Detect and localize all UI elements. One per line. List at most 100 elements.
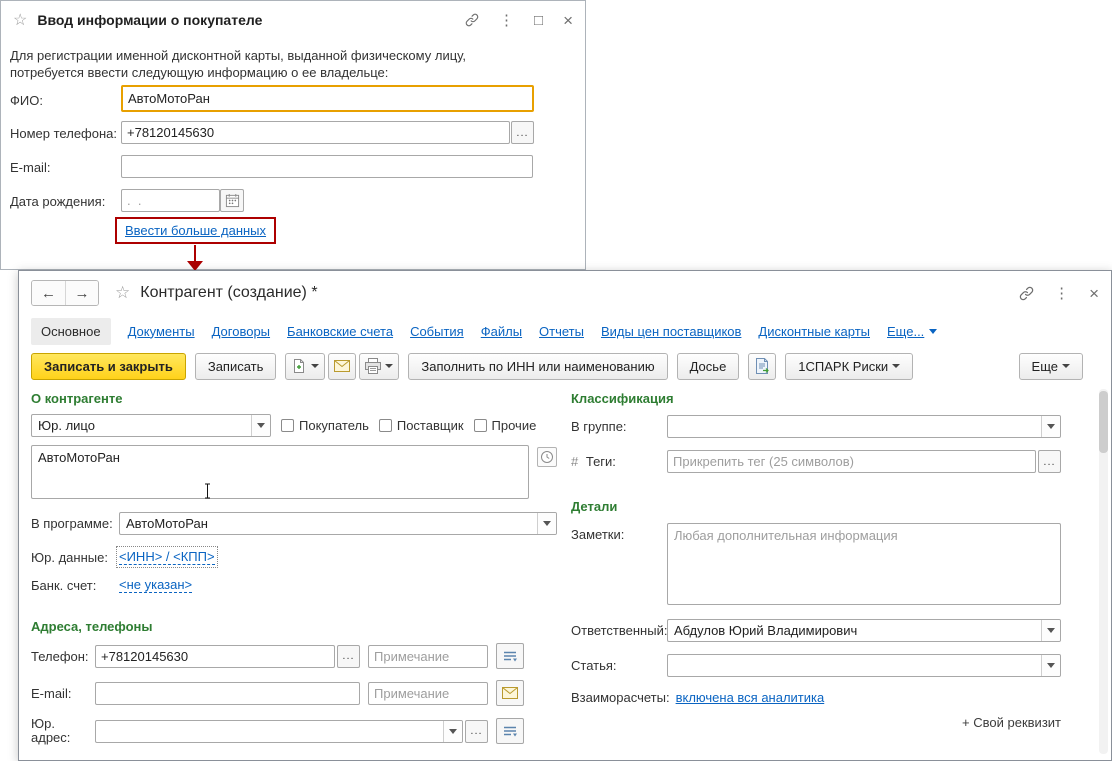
bank-account-link[interactable]: <не указан>	[119, 577, 192, 593]
dropdown-arrow-icon	[1062, 364, 1070, 368]
dropdown-arrow-icon	[543, 521, 551, 526]
tab-contracts[interactable]: Договоры	[212, 324, 270, 339]
legal-data-row: Юр. данные: <ИНН> / <КПП>	[31, 549, 557, 565]
custom-attribute-link[interactable]: + Свой реквизит	[571, 715, 1061, 730]
phone-select-button[interactable]: ...	[337, 645, 360, 668]
inn-kpp-link[interactable]: <ИНН> / <КПП>	[119, 549, 215, 565]
checkbox-other[interactable]: Прочие	[474, 418, 537, 433]
dropdown-arrow-icon	[892, 364, 900, 368]
entity-type-row: Юр. лицо Покупатель Поставщик Прочие	[31, 414, 557, 437]
phone-select-button[interactable]: ...	[511, 121, 534, 144]
tab-bank-accounts[interactable]: Банковские счета	[287, 324, 393, 339]
checkbox-supplier[interactable]: Поставщик	[379, 418, 464, 433]
notes-textarea[interactable]	[667, 523, 1061, 605]
fio-input[interactable]	[121, 85, 534, 112]
save-and-close-button[interactable]: Записать и закрыть	[31, 353, 186, 380]
checkbox-buyer[interactable]: Покупатель	[281, 418, 369, 433]
copy-link-icon[interactable]	[465, 13, 479, 27]
kebab-menu-icon[interactable]: ⋮	[1054, 286, 1069, 301]
close-icon[interactable]: ×	[1089, 285, 1099, 302]
back-button[interactable]: ←	[32, 281, 65, 305]
egrul-extract-button[interactable]	[748, 353, 776, 380]
spark-risks-button[interactable]: 1СПАРК Риски	[785, 353, 913, 380]
kebab-menu-icon[interactable]: ⋮	[499, 13, 514, 28]
annotation-highlight-box: Ввести больше данных	[115, 217, 276, 244]
dropdown-arrow-icon	[385, 364, 393, 368]
contact-lines-icon	[502, 649, 518, 663]
entity-type-combo[interactable]: Юр. лицо	[31, 414, 271, 437]
more-button[interactable]: Еще	[1019, 353, 1083, 380]
legal-address-select-button[interactable]: ...	[465, 720, 488, 743]
in-program-combo[interactable]: АвтоМотоРан	[119, 512, 557, 535]
dropdown-button[interactable]	[1041, 416, 1060, 437]
birthdate-input[interactable]	[121, 189, 220, 212]
legal-address-combo[interactable]	[95, 720, 463, 743]
save-button[interactable]: Записать	[195, 353, 277, 380]
email-label: E-mail:	[31, 686, 95, 701]
dropdown-button[interactable]	[537, 513, 556, 534]
maximize-icon[interactable]: □	[534, 13, 543, 28]
tab-main[interactable]: Основное	[31, 318, 111, 345]
notes-label: Заметки:	[571, 523, 667, 542]
checkbox-box-icon	[379, 419, 392, 432]
tab-documents[interactable]: Документы	[128, 324, 195, 339]
enter-more-data-link[interactable]: Ввести больше данных	[125, 223, 266, 238]
legal-address-label: Юр. адрес:	[31, 717, 95, 745]
dropdown-button[interactable]	[1041, 655, 1060, 676]
in-program-row: В программе: АвтоМотоРан	[31, 512, 557, 535]
vertical-scrollbar[interactable]	[1099, 389, 1108, 754]
favorite-star-icon[interactable]: ☆	[115, 283, 130, 303]
email-input[interactable]	[95, 682, 360, 705]
copy-link-icon[interactable]	[1019, 286, 1034, 301]
settlements-label: Взаиморасчеты:	[571, 690, 670, 705]
tab-more[interactable]: Еще...	[887, 324, 937, 339]
dossier-button[interactable]: Досье	[677, 353, 740, 380]
tags-select-button[interactable]: ...	[1038, 450, 1061, 473]
tab-reports[interactable]: Отчеты	[539, 324, 584, 339]
email-send-button[interactable]	[496, 680, 524, 706]
tags-label: # Теги:	[571, 454, 667, 469]
fill-by-inn-button[interactable]: Заполнить по ИНН или наименованию	[408, 353, 667, 380]
customer-info-dialog: ☆ Ввод информации о покупателе ⋮ □ × Для…	[0, 0, 586, 270]
favorite-star-icon[interactable]: ☆	[13, 10, 27, 30]
tags-input[interactable]	[667, 450, 1036, 473]
tab-supplier-price-types[interactable]: Виды цен поставщиков	[601, 324, 741, 339]
phone-note-input[interactable]	[368, 645, 488, 668]
tab-bar: Основное Документы Договоры Банковские с…	[19, 315, 1111, 347]
group-combo[interactable]	[667, 415, 1061, 438]
phone-label: Телефон:	[31, 649, 95, 664]
dropdown-button[interactable]	[443, 721, 462, 742]
tab-discount-cards[interactable]: Дисконтные карты	[758, 324, 870, 339]
settlements-row: Взаиморасчеты: включена вся аналитика	[571, 690, 1061, 705]
legal-address-actions-button[interactable]	[496, 718, 524, 744]
create-based-on-button[interactable]	[285, 353, 325, 380]
toolbar-icon-group	[285, 353, 399, 380]
dropdown-button[interactable]	[1041, 620, 1060, 641]
counterparty-window: ← → ☆ Контрагент (создание) * ⋮ × Основн…	[18, 270, 1112, 761]
scrollbar-thumb[interactable]	[1099, 391, 1108, 453]
forward-button[interactable]: →	[65, 281, 98, 305]
responsible-combo[interactable]: Абдулов Юрий Владимирович	[667, 619, 1061, 642]
in-program-label: В программе:	[31, 516, 119, 531]
printer-icon	[365, 358, 381, 374]
tab-files[interactable]: Файлы	[481, 324, 522, 339]
form-content: О контрагенте Юр. лицо Покупатель Постав…	[19, 385, 1111, 760]
send-email-button[interactable]	[328, 353, 356, 380]
section-header-addresses: Адреса, телефоны	[31, 619, 557, 634]
history-button[interactable]	[537, 447, 557, 467]
dropdown-arrow-icon	[1047, 628, 1055, 633]
close-icon[interactable]: ×	[563, 12, 573, 29]
article-combo[interactable]	[667, 654, 1061, 677]
calendar-button[interactable]	[220, 189, 244, 212]
settlements-analytics-link[interactable]: включена вся аналитика	[676, 690, 825, 705]
phone-input[interactable]	[121, 121, 510, 144]
phone-actions-button[interactable]	[496, 643, 524, 669]
email-input[interactable]	[121, 155, 533, 178]
print-button[interactable]	[359, 353, 399, 380]
counterparty-name-textarea[interactable]: АвтоМотоРан	[31, 445, 529, 499]
toolbar: Записать и закрыть Записать	[19, 347, 1111, 385]
email-note-input[interactable]	[368, 682, 488, 705]
dropdown-button[interactable]	[251, 415, 270, 436]
tab-events[interactable]: События	[410, 324, 464, 339]
phone-input[interactable]	[95, 645, 335, 668]
